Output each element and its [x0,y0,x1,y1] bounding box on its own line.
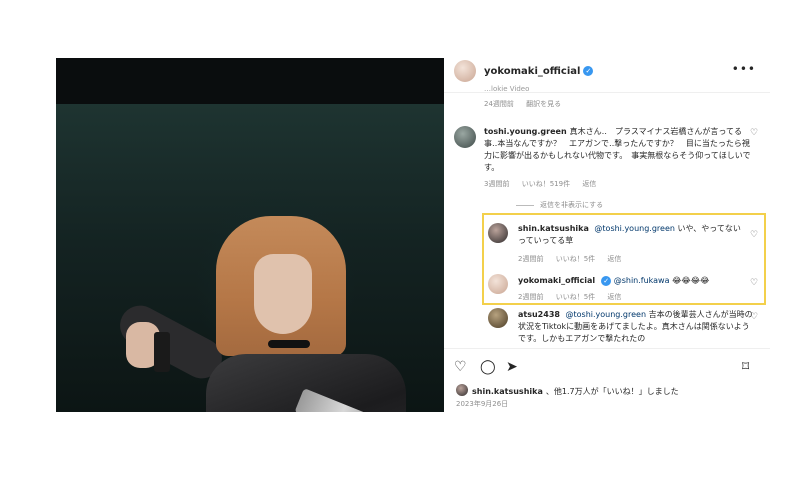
clipped-comment-text: …lokie Video [484,85,530,93]
choker-shape [268,340,310,348]
liked-by-row: shin.katsushika 、他1.7万人が「いいね！」しました [456,384,679,397]
likes-count[interactable]: いいね！519件 [522,180,570,188]
share-icon[interactable]: ➤ [506,359,518,375]
save-icon[interactable]: ⌑ [742,359,749,375]
comment-time: 3週間前 [484,180,510,188]
more-options-button[interactable]: ••• [732,62,756,76]
verified-icon: ✓ [583,66,594,76]
comment-body: toshi.young.green 真木さん‥ プラスマイナス岩橋さんが言ってる事… [484,126,754,174]
liked-by-username[interactable]: shin.katsushika [472,387,543,396]
comment-meta: 3週間前 いいね！519件 返信 [484,179,606,189]
heart-icon[interactable]: ♡ [750,312,758,322]
translate-link[interactable]: 翻訳を見る [526,100,561,108]
action-bar: ♡ ◯ ➤ ⌑ [444,348,770,383]
hide-replies-link[interactable]: 返信を非表示にする [516,200,603,210]
gun-shape [154,332,170,372]
comment-username[interactable]: atsu2438 [518,310,560,319]
highlight-box [482,213,766,305]
avatar[interactable] [488,308,508,328]
avatar[interactable] [456,384,468,396]
mention-link[interactable]: @toshi.young.green [566,310,647,319]
comment-meta: 24週間前 翻訳を見る [484,99,571,109]
photo-scene [56,104,444,412]
comment-username[interactable]: toshi.young.green [484,127,567,136]
avatar[interactable] [454,60,476,82]
comment-body: atsu2438 @toshi.young.green 吉本の後輩芸人さんが当時… [518,309,754,347]
heart-icon[interactable]: ♡ [750,128,758,138]
avatar[interactable] [454,126,476,148]
username-text[interactable]: yokomaki_official [484,66,580,77]
liked-by-text: 、他1.7万人が「いいね！」しました [545,387,679,396]
comment-time: 24週間前 [484,100,514,108]
like-icon[interactable]: ♡ [454,359,467,375]
face-shape [254,254,312,334]
post-image[interactable]: › [56,58,444,412]
post-date: 2023年9月26日 [456,400,509,408]
comment-icon[interactable]: ◯ [480,359,496,375]
reply-link[interactable]: 返信 [582,180,596,188]
header-username[interactable]: yokomaki_official ✓ [484,66,594,77]
